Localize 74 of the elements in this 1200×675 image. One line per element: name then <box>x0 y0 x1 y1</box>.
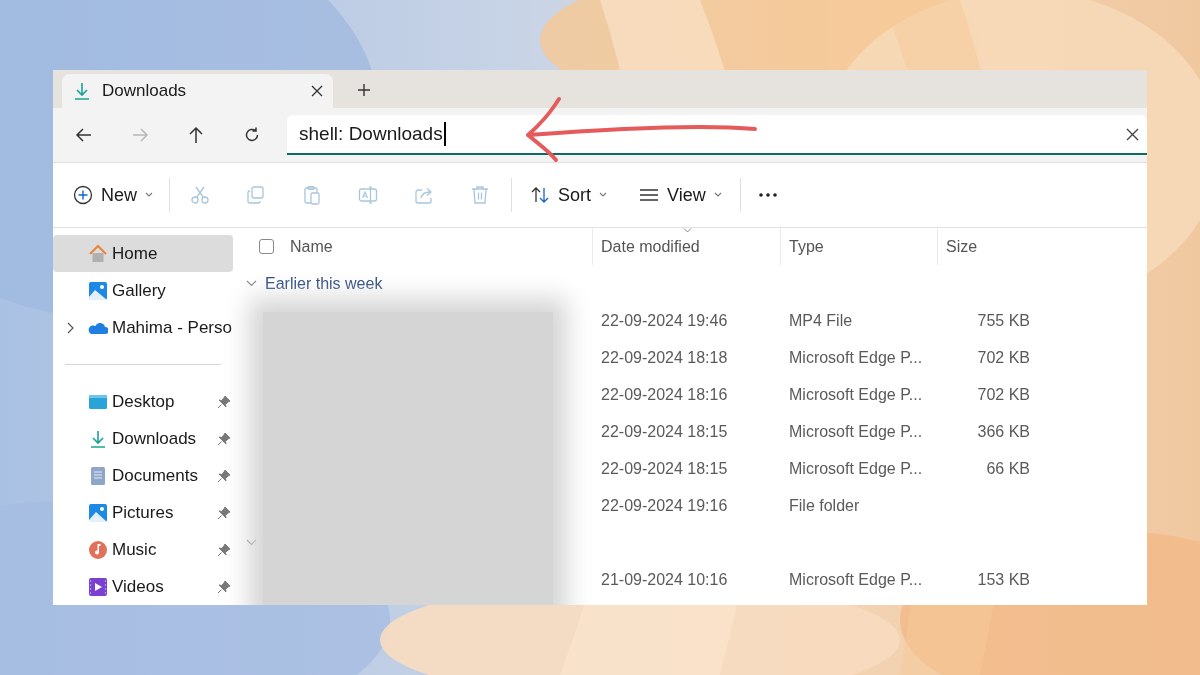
date-cell-text: 22-09-2024 18:15 <box>601 458 728 479</box>
clear-icon[interactable] <box>1126 127 1139 141</box>
nav-item[interactable]: Home <box>53 235 233 272</box>
column-header[interactable]: Type <box>789 234 824 259</box>
type-cell-text: Microsoft Edge P... <box>789 384 923 405</box>
new-button[interactable]: New <box>67 175 159 215</box>
view-button[interactable]: View <box>631 175 730 215</box>
address-text: shell: Downloads <box>299 122 446 146</box>
document-icon <box>88 465 108 486</box>
close-icon[interactable] <box>311 85 323 97</box>
nav-item-label: Home <box>112 242 158 265</box>
nav-item[interactable]: Music <box>53 531 233 568</box>
type-cell-text: File folder <box>789 495 860 516</box>
back-icon[interactable] <box>75 126 93 144</box>
type-cell-text: MP4 File <box>789 310 853 331</box>
nav-item-label: Videos <box>112 575 164 598</box>
date-cell-text: 22-09-2024 19:46 <box>601 310 728 331</box>
music-icon <box>88 539 108 560</box>
date-cell-text: 22-09-2024 18:16 <box>601 384 728 405</box>
caret-icon <box>145 192 153 198</box>
group-header[interactable]: Earlier this week <box>265 271 383 296</box>
nav-item[interactable]: Videos <box>53 568 233 605</box>
size-cell-text: 153 KB <box>977 569 1030 590</box>
nav-item[interactable]: Downloads <box>53 420 233 457</box>
type-cell-text: Microsoft Edge P... <box>789 458 923 479</box>
tab[interactable]: Downloads <box>62 74 333 108</box>
refresh-icon[interactable] <box>243 126 261 144</box>
gallery-icon <box>88 280 108 301</box>
size-cell-text: 702 KB <box>977 347 1030 368</box>
up-icon[interactable] <box>187 126 205 144</box>
type-cell-text: Microsoft Edge P... <box>789 347 923 368</box>
tab-title: Downloads <box>102 80 187 103</box>
size-cell-text: 366 KB <box>977 421 1030 442</box>
more-icon[interactable] <box>758 193 777 197</box>
new-tab-icon[interactable] <box>358 84 370 96</box>
download-icon <box>88 428 108 449</box>
nav-item-label: Desktop <box>112 390 175 413</box>
nav-item-label: Mahima - Perso <box>112 316 232 339</box>
nav-item[interactable]: Documents <box>53 457 233 494</box>
size-cell-text: 755 KB <box>977 310 1030 331</box>
column-header[interactable]: Size <box>946 234 978 259</box>
download-icon <box>74 82 90 100</box>
video-icon <box>88 576 108 597</box>
nav-item[interactable]: Mahima - Perso <box>53 309 233 346</box>
type-cell-text: Microsoft Edge P... <box>789 569 923 590</box>
chevron-down-icon <box>246 280 257 287</box>
pictures-icon <box>88 502 108 523</box>
date-cell-text: 22-09-2024 18:18 <box>601 347 728 368</box>
nav-item[interactable]: Gallery <box>53 272 233 309</box>
column-header[interactable]: Name <box>290 234 333 259</box>
sort-icon <box>530 186 550 204</box>
date-cell-text: 22-09-2024 19:16 <box>601 495 728 516</box>
size-cell-text: 702 KB <box>977 384 1030 405</box>
address-field[interactable]: shell: Downloads <box>287 115 1147 155</box>
caret-icon <box>713 192 722 198</box>
nav-item-label: Pictures <box>112 501 174 524</box>
home-icon <box>88 243 108 264</box>
nav-item[interactable]: Pictures <box>53 494 233 531</box>
type-cell-text: Microsoft Edge P... <box>789 421 923 442</box>
plus-icon <box>73 185 93 205</box>
date-cell-text: 21-09-2024 10:16 <box>601 569 728 590</box>
sort-button[interactable]: Sort <box>522 175 616 215</box>
select-all-checkbox[interactable] <box>259 239 274 254</box>
size-cell-text: 66 KB <box>986 458 1030 479</box>
column-header[interactable]: Date modified <box>601 234 700 259</box>
caret-icon <box>599 192 608 198</box>
list-view-icon <box>639 188 660 202</box>
nav-item-label: Music <box>112 538 157 561</box>
nav-item[interactable]: Desktop <box>53 383 233 420</box>
nav-item-label: Gallery <box>112 279 166 302</box>
nav-item-label: Downloads <box>112 427 197 450</box>
date-cell-text: 22-09-2024 18:15 <box>601 421 728 442</box>
chevron-down-icon <box>246 539 257 546</box>
nav-item-label: Documents <box>112 464 198 487</box>
